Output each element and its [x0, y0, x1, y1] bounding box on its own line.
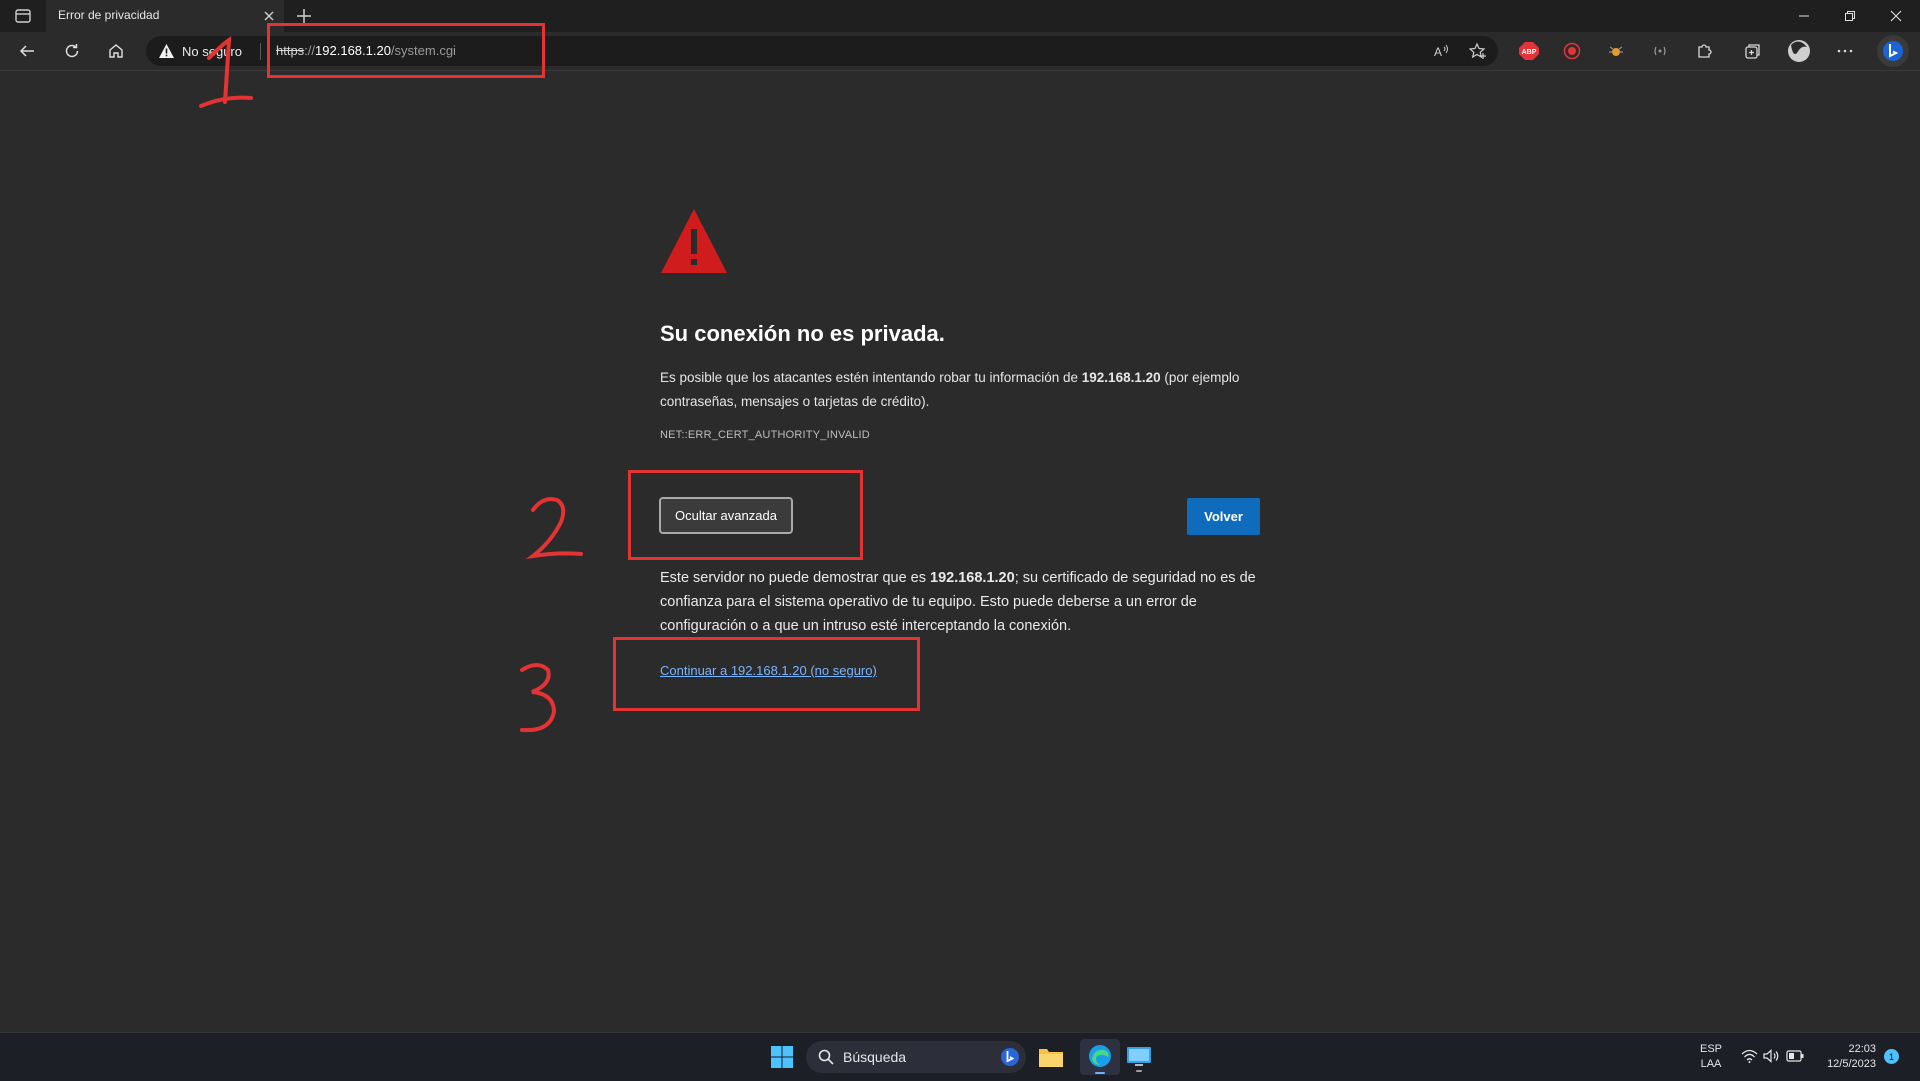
- abp-badge-text: ABP: [1522, 49, 1537, 56]
- description-host: 192.168.1.20: [1081, 370, 1161, 385]
- tab-active[interactable]: Error de privacidad: [46, 0, 284, 32]
- read-aloud-icon[interactable]: A: [1433, 42, 1451, 60]
- bing-search-icon[interactable]: [1000, 1047, 1020, 1067]
- extensions-puzzle-icon[interactable]: [1695, 42, 1713, 60]
- advanced-text-start: Este servidor no puede demostrar que es: [660, 570, 931, 586]
- taskbar-search-box[interactable]: Búsqueda: [806, 1041, 1026, 1073]
- volume-icon[interactable]: [1763, 1049, 1780, 1063]
- restore-icon[interactable]: [1827, 0, 1873, 32]
- taskbar: Búsqueda ESP LAA 22:03 12/5/2023 1: [0, 1032, 1920, 1081]
- more-options-icon[interactable]: [1836, 42, 1854, 60]
- page-description: Es posible que los atacantes estén inten…: [660, 366, 1260, 414]
- annotation-label-1: 1: [195, 36, 196, 37]
- error-code: NET::ERR_CERT_AUTHORITY_INVALID: [660, 429, 870, 441]
- minimize-icon[interactable]: [1781, 0, 1827, 32]
- clock-date: 12/5/2023: [1827, 1058, 1876, 1070]
- annotation-box-1: [267, 23, 545, 78]
- annotation-box-2: [628, 470, 863, 560]
- bing-copilot-icon[interactable]: [1877, 35, 1909, 67]
- description-text: Es posible que los atacantes estén inten…: [660, 370, 1082, 385]
- clock-time: 22:03: [1848, 1043, 1876, 1055]
- refresh-icon[interactable]: [62, 41, 82, 61]
- close-window-icon[interactable]: [1873, 0, 1919, 32]
- annotation-number-2: 2: [525, 494, 583, 560]
- clock[interactable]: 22:03 12/5/2023: [1812, 1042, 1876, 1072]
- tab-title: Error de privacidad: [58, 8, 160, 22]
- battery-icon[interactable]: [1786, 1050, 1804, 1062]
- back-to-safety-button[interactable]: Volver: [1187, 498, 1260, 535]
- tab-actions-icon[interactable]: [14, 7, 32, 25]
- language-code: ESP: [1699, 1043, 1722, 1055]
- bug-extension-icon[interactable]: [1607, 42, 1625, 60]
- adblock-plus-icon[interactable]: ABP: [1518, 41, 1540, 61]
- profile-avatar[interactable]: [1787, 39, 1811, 63]
- annotation-label-2: 2: [525, 494, 526, 495]
- advanced-details-text: Este servidor no puede demostrar que es …: [660, 566, 1260, 638]
- collections-icon[interactable]: [1744, 42, 1762, 60]
- tab-close-icon[interactable]: [262, 9, 276, 23]
- keyboard-layout: LAA: [1700, 1058, 1722, 1070]
- advanced-host: 192.168.1.20: [930, 570, 1015, 586]
- search-icon: [818, 1049, 834, 1065]
- wifi-icon[interactable]: [1741, 1049, 1758, 1063]
- remote-desktop-icon[interactable]: [1126, 1045, 1152, 1073]
- record-extension-icon[interactable]: [1563, 42, 1581, 60]
- annotation-label-3: 3: [514, 660, 515, 661]
- page-title: Su conexión no es privada.: [660, 321, 945, 346]
- file-explorer-icon[interactable]: [1038, 1045, 1064, 1069]
- address-separator: [260, 43, 261, 60]
- dark-reader-icon[interactable]: [1651, 42, 1669, 60]
- language-indicator[interactable]: ESP LAA: [1696, 1042, 1726, 1072]
- back-arrow-icon[interactable]: [17, 41, 37, 61]
- windows-start-icon[interactable]: [770, 1045, 794, 1069]
- warning-triangle-icon: [159, 44, 174, 58]
- annotation-box-3: [613, 637, 920, 711]
- search-placeholder: Búsqueda: [843, 1049, 907, 1065]
- add-favorite-icon[interactable]: [1469, 42, 1487, 60]
- svg-text:A: A: [1434, 45, 1442, 59]
- edge-taskbar-icon[interactable]: [1080, 1039, 1120, 1075]
- annotation-number-3: 3: [514, 660, 557, 733]
- annotation-number-1: 1: [195, 36, 253, 108]
- home-icon[interactable]: [106, 41, 126, 61]
- notification-badge[interactable]: 1: [1884, 1049, 1899, 1064]
- warning-triangle-icon: [660, 207, 728, 275]
